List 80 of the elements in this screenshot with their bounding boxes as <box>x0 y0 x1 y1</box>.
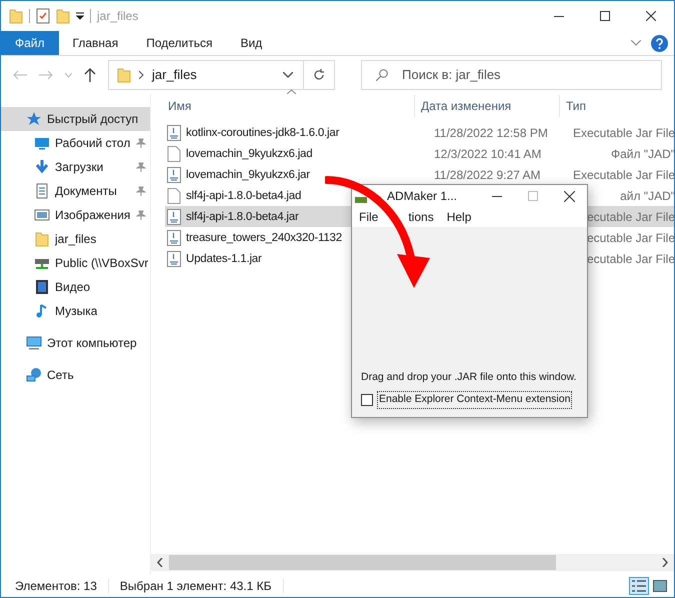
menu-item[interactable]: File <box>359 208 378 226</box>
window-title: jar_files <box>97 8 138 25</box>
nav-item[interactable]: jar_files <box>1 227 150 251</box>
network-icon <box>26 367 42 383</box>
download-icon <box>34 159 50 175</box>
nav-item[interactable]: Этот компьютер <box>1 331 150 355</box>
help-icon[interactable] <box>651 34 668 52</box>
details-view-button[interactable] <box>629 577 649 595</box>
address-bar[interactable]: jar_files <box>108 60 335 90</box>
file-name[interactable]: lovemachin_9kyukzx6.jar <box>186 168 310 181</box>
ribbon-tab[interactable]: Главная <box>58 31 132 55</box>
nav-item[interactable]: Изображения <box>1 203 150 227</box>
menu-item[interactable]: tions <box>408 208 434 226</box>
ribbon-tab[interactable]: Вид <box>226 31 276 55</box>
java-file-icon <box>167 208 181 224</box>
menu-item[interactable]: Help <box>446 208 472 226</box>
horizontal-scrollbar[interactable] <box>151 554 674 571</box>
desktop-icon <box>34 135 50 151</box>
search-icon <box>376 69 388 81</box>
close-icon[interactable] <box>564 190 575 202</box>
video-icon <box>34 279 50 295</box>
folder-icon <box>117 67 131 83</box>
chevron-icon[interactable] <box>631 40 641 46</box>
star-icon <box>26 111 42 127</box>
nav-item[interactable]: Документы <box>1 179 150 203</box>
column-header[interactable]: Имя <box>151 97 414 115</box>
file-name[interactable]: kotlinx-coroutines-jdk8-1.6.0.jar <box>186 126 340 139</box>
ribbon-tab[interactable]: Файл <box>1 31 59 55</box>
ribbon-tab[interactable]: Поделиться <box>132 31 226 55</box>
checkbox[interactable] <box>361 394 373 406</box>
file-date: 11/28/2022 12:58 PM <box>433 124 549 142</box>
close-icon <box>646 11 656 21</box>
refresh-icon[interactable] <box>313 69 325 81</box>
sort-icon <box>287 89 296 94</box>
properties-icon[interactable] <box>36 8 50 24</box>
java-file-icon <box>167 230 181 246</box>
file-name[interactable]: slf4j-api-1.8.0-beta4.jad <box>186 190 302 202</box>
nav-item[interactable]: Быстрый доступ <box>1 107 150 131</box>
checkbox-label[interactable]: Enable Explorer Context-Menu extension <box>377 391 572 409</box>
scroll-left-icon[interactable] <box>157 558 163 567</box>
java-file-icon <box>167 124 181 140</box>
file-type: Файл "JAD" <box>610 146 674 162</box>
dialog-title: ADMaker 1... <box>387 188 458 205</box>
file-icon <box>167 188 181 204</box>
instruction-text: Drag and drop your .JAR file onto this window. <box>361 370 576 384</box>
file-name[interactable]: lovemachin_9kyukzx6.jad <box>186 148 312 160</box>
nav-item[interactable]: Сеть <box>1 363 150 387</box>
computer-icon <box>26 335 42 351</box>
app-icon <box>355 197 367 203</box>
nav-item[interactable]: Видео <box>1 275 150 299</box>
java-file-icon <box>167 166 181 182</box>
up-icon[interactable] <box>84 68 96 82</box>
search-field[interactable]: Поиск в: jar_files <box>361 60 662 90</box>
dropdown-icon[interactable] <box>283 72 293 78</box>
file-name[interactable]: treasure_towers_240x320-1132 <box>186 232 342 244</box>
address-path: jar_files <box>152 66 197 84</box>
file-date: 12/3/2022 10:41 AM <box>433 146 542 162</box>
scrollbar-thumb[interactable] <box>169 555 556 570</box>
file-date: 11/28/2022 9:27 AM <box>433 166 542 184</box>
tiles-view-button[interactable] <box>650 577 670 595</box>
nav-item[interactable]: Рабочий стол <box>1 131 150 155</box>
file-icon <box>167 146 181 162</box>
nav-item[interactable]: Public (\\VBoxSvr <box>1 251 150 275</box>
status-text: Выбран 1 элемент: 43.1 КБ <box>120 578 272 595</box>
maximize-icon <box>600 11 610 21</box>
java-file-icon <box>167 250 181 266</box>
column-header[interactable]: Дата изменения <box>415 97 559 115</box>
status-text: Элементов: 13 <box>15 578 97 595</box>
column-header[interactable]: Тип <box>560 97 586 115</box>
chevron-icon <box>139 71 144 79</box>
file-name[interactable]: Updates-1.1.jar <box>186 252 262 265</box>
nav-item[interactable]: Загрузки <box>1 155 150 179</box>
nav-item[interactable]: Музыка <box>1 299 150 323</box>
scroll-right-icon[interactable] <box>662 558 668 567</box>
document-icon <box>34 183 50 199</box>
dropdown-icon[interactable] <box>76 12 84 20</box>
folder-icon <box>34 231 50 247</box>
file-name[interactable]: slf4j-api-1.8.0-beta4.jar <box>186 210 299 223</box>
picture-icon <box>34 207 50 223</box>
file-type: айл "JAD" <box>619 188 674 204</box>
